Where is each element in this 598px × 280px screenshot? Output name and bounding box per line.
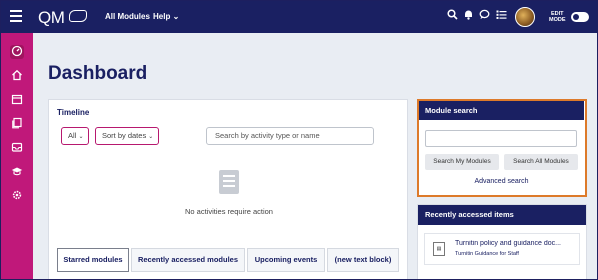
- tab-new-text-block[interactable]: (new text block): [327, 248, 399, 272]
- search-all-modules-button[interactable]: Search All Modules: [504, 154, 578, 170]
- module-search-input[interactable]: [425, 130, 577, 147]
- messages-icon[interactable]: [479, 9, 490, 23]
- recent-items-block: Recently accessed items ▤ Turnitin polic…: [417, 204, 587, 279]
- hamburger-menu-icon[interactable]: [10, 10, 22, 22]
- left-sidebar: [1, 33, 33, 279]
- timeline-block: Timeline All ⌄ Sort by dates ⌄ Search by…: [48, 99, 408, 279]
- graduation-cap-icon[interactable]: [10, 165, 24, 179]
- timeline-search-input[interactable]: Search by activity type or name: [206, 127, 374, 145]
- tab-recently-accessed-modules[interactable]: Recently accessed modules: [131, 248, 245, 272]
- dashboard-gauge-icon[interactable]: [10, 45, 24, 59]
- timeline-sort-select[interactable]: Sort by dates ⌄: [95, 127, 159, 145]
- timeline-empty-message: No activities require action: [185, 207, 273, 216]
- timeline-heading: Timeline: [57, 108, 90, 117]
- chevron-down-icon: ⌄: [148, 134, 154, 140]
- recent-item-title[interactable]: Turnitin policy and guidance doc...: [455, 240, 579, 247]
- home-icon[interactable]: [10, 69, 24, 83]
- calendar-icon[interactable]: [10, 93, 24, 107]
- document-icon: ▤: [433, 242, 445, 256]
- site-logo[interactable]: QM: [38, 8, 65, 28]
- search-icon[interactable]: [447, 9, 458, 23]
- module-search-block: Module search Search My Modules Search A…: [417, 99, 587, 197]
- timeline-filter-select[interactable]: All ⌄: [61, 127, 89, 145]
- chevron-down-icon: ⌄: [78, 134, 84, 140]
- nav-help[interactable]: Help ⌄: [153, 12, 179, 21]
- tab-upcoming-events[interactable]: Upcoming events: [247, 248, 325, 272]
- user-avatar[interactable]: [515, 7, 535, 27]
- recent-item[interactable]: ▤ Turnitin policy and guidance doc... Tu…: [424, 233, 580, 265]
- page: QM All Modules Help ⌄ EDIT MODE Dashboar…: [0, 0, 598, 280]
- tab-starred-modules[interactable]: Starred modules: [57, 248, 129, 272]
- inbox-icon[interactable]: [10, 141, 24, 155]
- files-icon[interactable]: [10, 117, 24, 131]
- top-navbar: QM All Modules Help ⌄ EDIT MODE: [1, 1, 597, 33]
- recent-items-heading: Recently accessed items: [418, 205, 586, 225]
- sort-label: Sort by dates: [102, 131, 147, 140]
- advanced-search-link[interactable]: Advanced search: [419, 178, 584, 185]
- nav-help-label: Help: [153, 12, 171, 21]
- page-title: Dashboard: [48, 63, 148, 84]
- empty-list-icon: [219, 170, 239, 194]
- module-search-heading: Module search: [419, 101, 584, 120]
- recent-item-subtitle: Turnitin Guidance for Staff: [455, 251, 519, 257]
- logo-mark-icon: [69, 10, 87, 22]
- notification-bell-icon[interactable]: [463, 9, 474, 23]
- search-my-modules-button[interactable]: Search My Modules: [425, 154, 499, 170]
- edit-mode-toggle[interactable]: [571, 12, 589, 22]
- settings-gear-icon[interactable]: [10, 189, 24, 203]
- nav-all-modules[interactable]: All Modules: [105, 12, 150, 21]
- chevron-down-icon: ⌄: [172, 12, 180, 21]
- edit-mode-label: EDIT MODE: [549, 11, 566, 23]
- filter-label: All: [68, 131, 77, 140]
- list-menu-icon[interactable]: [496, 9, 507, 23]
